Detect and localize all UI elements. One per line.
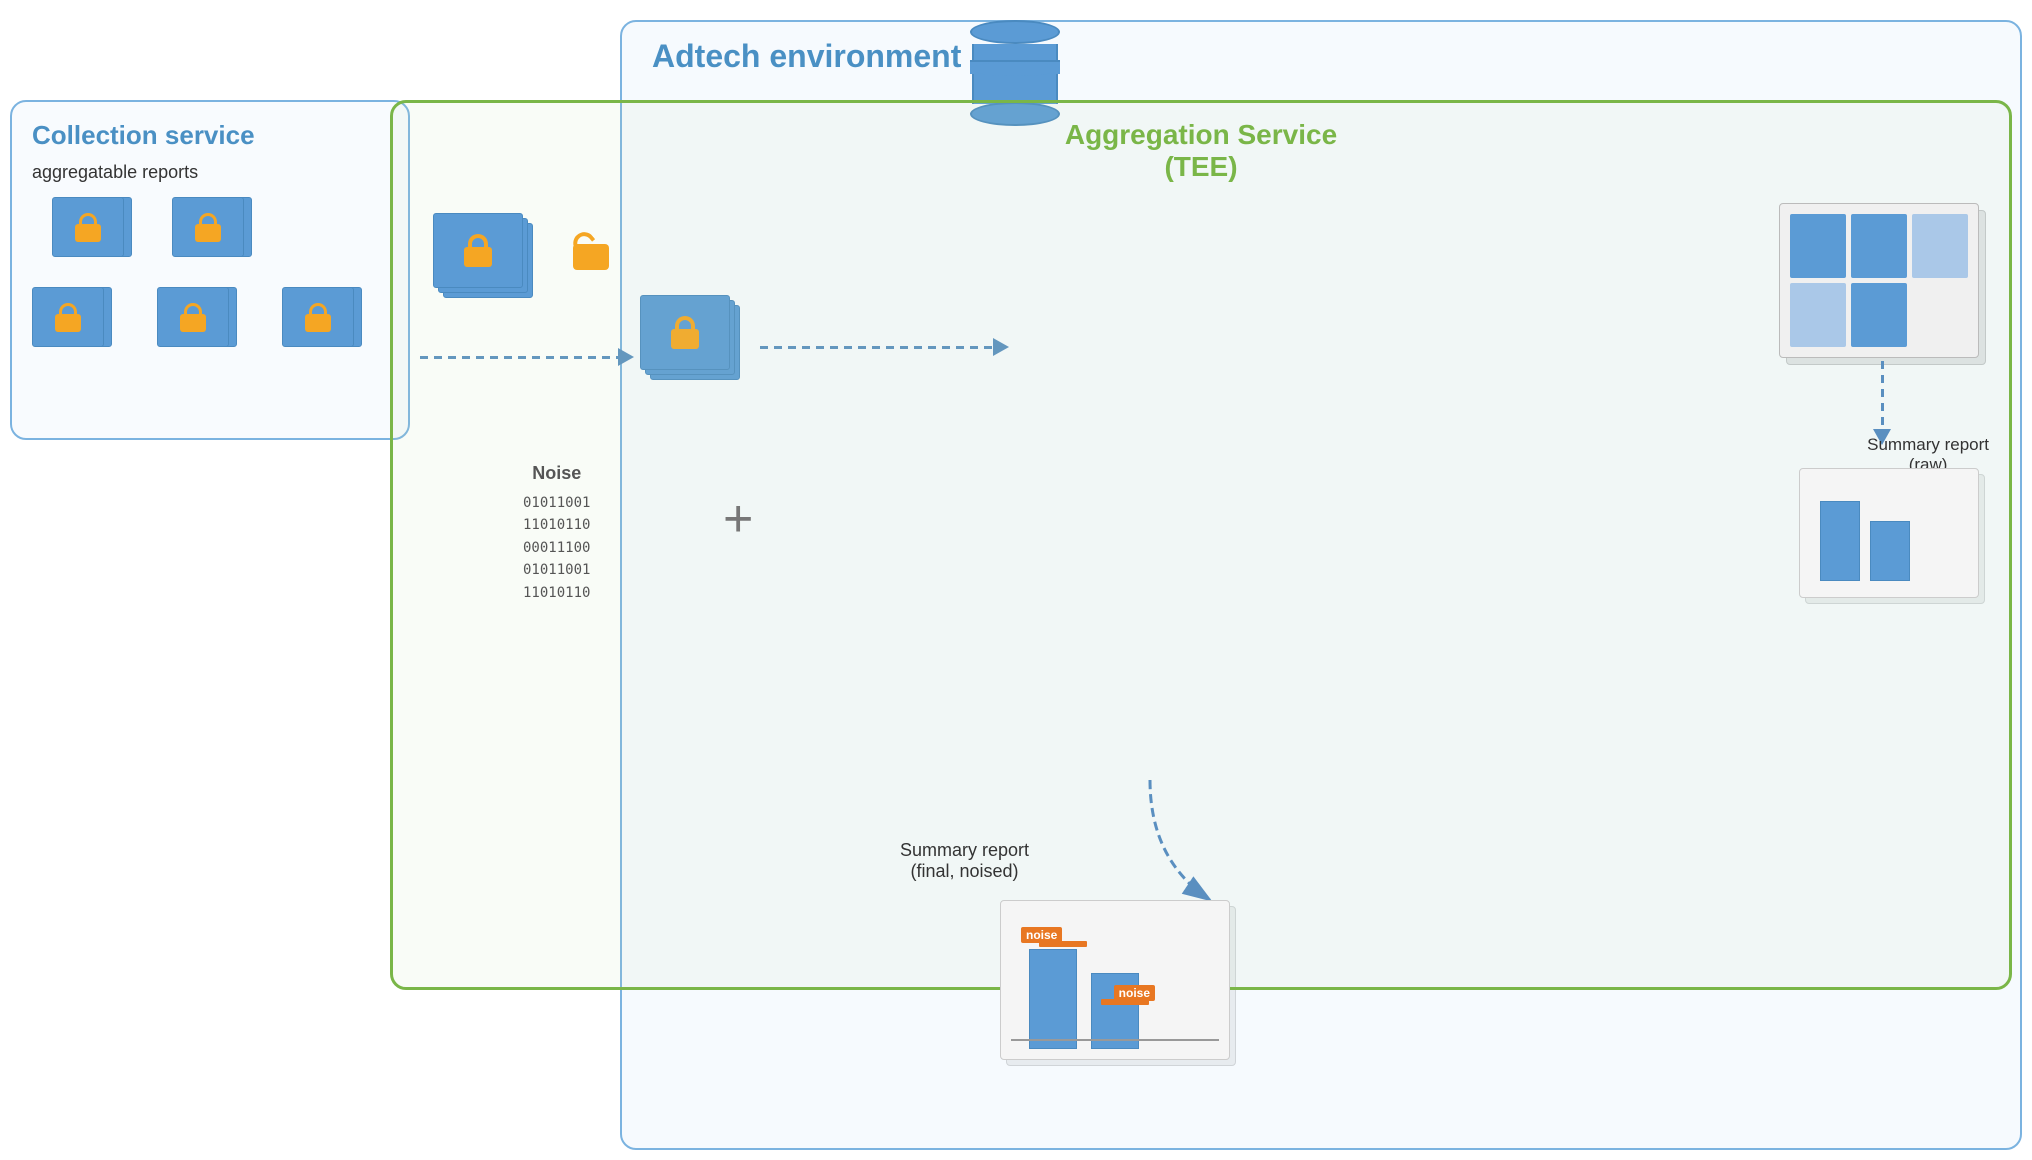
summary-raw-chart-card — [1799, 468, 1979, 598]
adtech-environment-title: Adtech environment — [652, 38, 961, 75]
aggregation-service-title: Aggregation Service — [1065, 119, 1337, 150]
open-lock-icon — [573, 233, 609, 270]
arrow-grid-to-raw — [1881, 361, 1884, 431]
collection-service-subtitle: aggregatable reports — [32, 162, 198, 183]
locked-doc-1 — [52, 197, 132, 262]
locked-doc-5 — [282, 287, 362, 352]
collection-service-title: Collection service — [32, 120, 255, 151]
locked-doc-4 — [157, 287, 237, 352]
locked-doc-2 — [172, 197, 252, 262]
noise-label: Noise 01011001 11010110 00011100 0101100… — [523, 463, 590, 604]
locked-doc-3 — [32, 287, 112, 352]
aggregation-service-subtitle: (TEE) — [1164, 151, 1237, 182]
summary-final-chart-card: noise noise — [1000, 900, 1230, 1060]
summary-report-raw-card — [1779, 203, 1979, 358]
collection-service-box: Collection service aggregatable reports — [10, 100, 410, 440]
plus-sign: + — [723, 493, 753, 545]
summary-final-label: Summary report (final, noised) — [900, 840, 1029, 882]
